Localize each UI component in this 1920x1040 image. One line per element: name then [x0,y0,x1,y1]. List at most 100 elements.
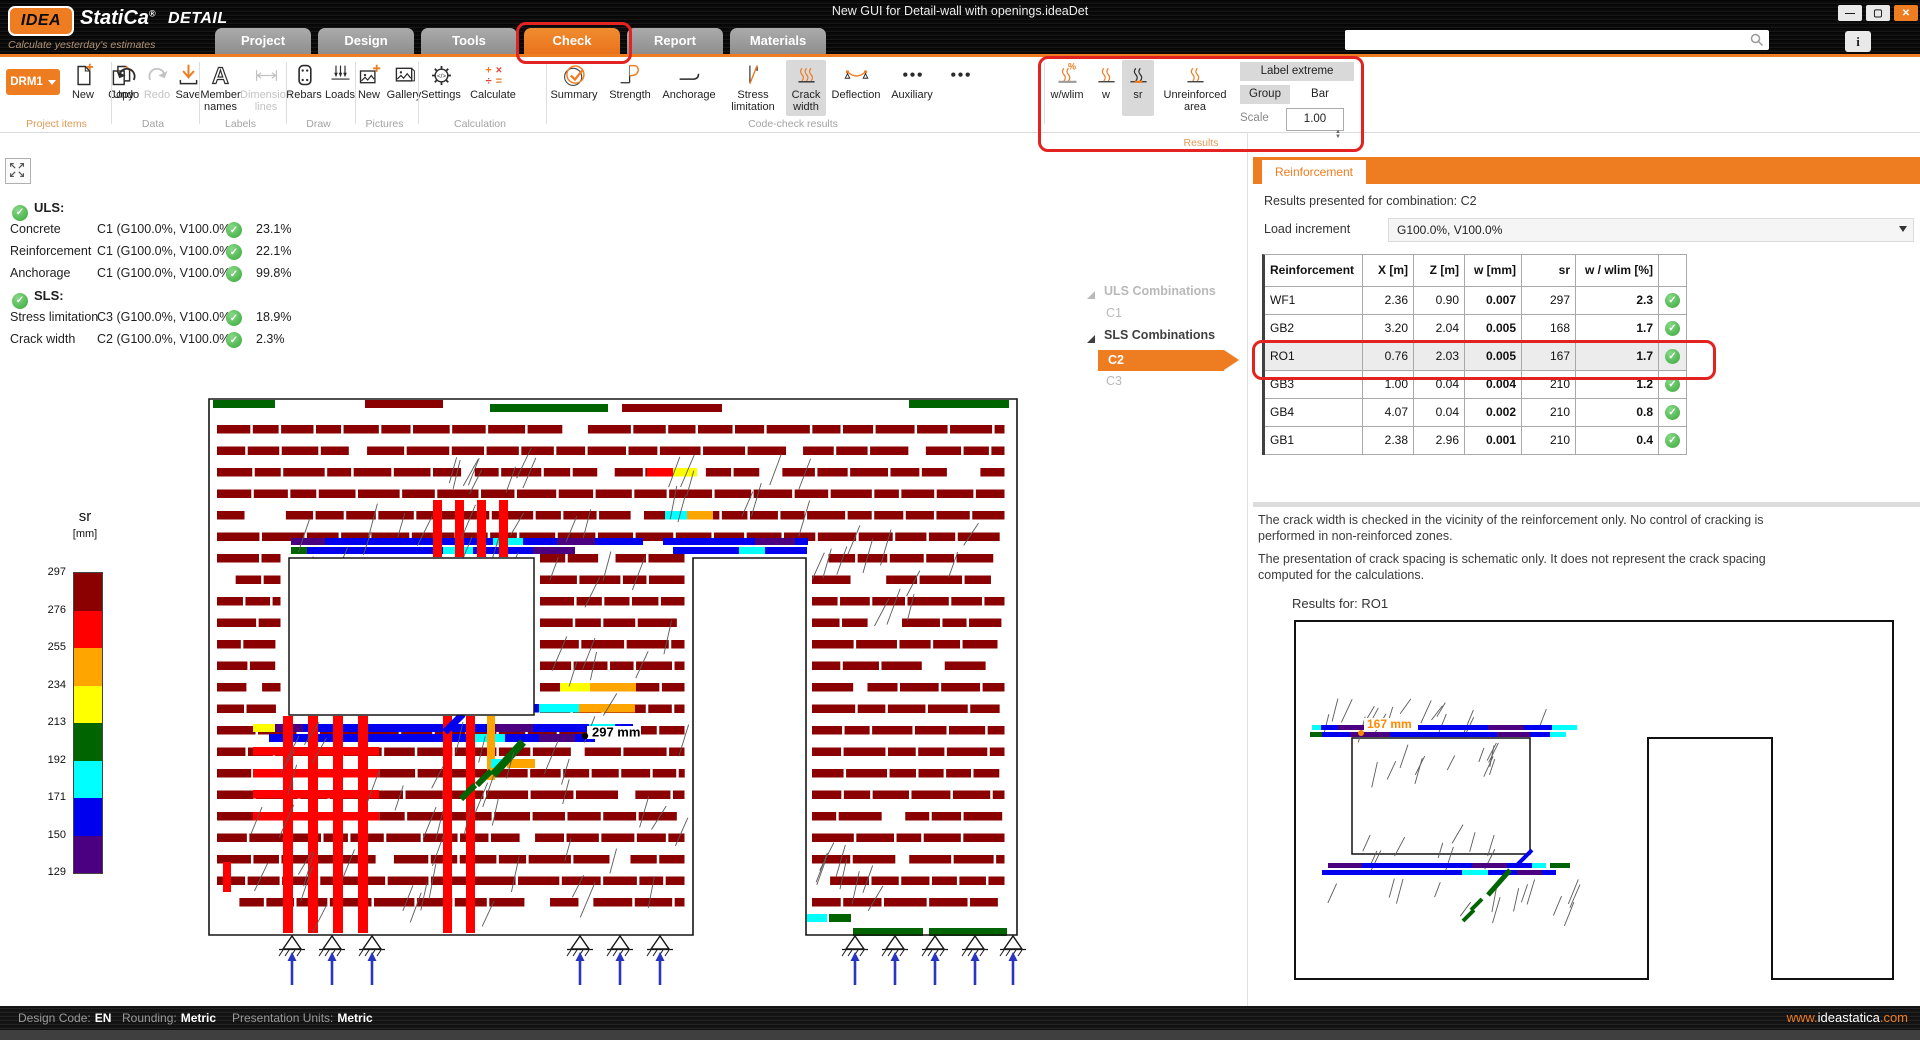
load-increment-select[interactable]: G100.0%, V100.0% [1388,218,1914,242]
search-input[interactable] [1345,30,1769,50]
ribbon-button-overflow[interactable] [940,60,980,116]
table-cell-z[interactable]: 0.04 [1414,399,1465,427]
close-button[interactable]: ✕ [1894,5,1918,21]
table-cell-w[interactable]: 0.001 [1465,427,1522,455]
ribbon-button-auxiliary[interactable]: Auxiliary [886,60,938,116]
tab-materials[interactable]: Materials [730,28,826,54]
table-cell-x[interactable]: 3.20 [1363,315,1414,343]
chevron-down-icon [1899,226,1907,232]
table-cell-sr[interactable]: 210 [1522,427,1576,455]
drm-selector-button[interactable]: DRM1 [6,69,60,95]
summary-section-title: ✓ULS: [12,200,64,221]
ribbon-button-loads[interactable]: Loads [324,60,356,116]
wall-crack-diagram[interactable]: 297 mm [195,385,1055,1005]
table-cell-x[interactable]: 2.36 [1363,287,1414,315]
results-for-heading: Results for: RO1 [1292,596,1388,611]
table-header-cell: w / wlim [%] [1576,255,1659,287]
table-cell-sr[interactable]: 297 [1522,287,1576,315]
tab-check[interactable]: Check [524,28,620,54]
table-cell-name[interactable]: GB3 [1265,371,1363,399]
table-cell-wlim[interactable]: 2.3 [1576,287,1659,315]
tree-expander-icon[interactable] [1086,290,1096,300]
ribbon-button-rebars[interactable]: Rebars [286,60,322,116]
table-cell-name[interactable]: GB4 [1265,399,1363,427]
combo-item-c3[interactable]: C3 [1106,374,1122,388]
website-link[interactable]: www.ideastatica.com [1787,1006,1908,1030]
ribbon-button-deflection[interactable]: Deflection [828,60,884,116]
ribbon-button-strength[interactable]: Strength [604,60,656,116]
ribbon-button-dimension-lines[interactable]: Dimension lines [244,60,288,116]
table-cell-x[interactable]: 2.38 [1363,427,1414,455]
combo-item-c1[interactable]: C1 [1106,306,1122,320]
reinforcement-detail-diagram[interactable]: 167 mm [1292,618,1900,988]
ribbon-group-pictures: NewGalleryPictures [353,57,416,132]
check-ok-icon: ✓ [226,222,242,238]
legend-value: 129 [22,866,66,878]
scale-spinner[interactable]: 1.00▲▼ [1286,108,1344,131]
ribbon-button-summary[interactable]: Summary [546,60,602,116]
table-cell-wlim[interactable]: 1.2 [1576,371,1659,399]
table-cell-w[interactable]: 0.004 [1465,371,1522,399]
info-button[interactable]: i [1845,31,1871,52]
ribbon-group-calculation: </>Settings+×÷=CalculateCalculation [416,57,544,132]
table-cell-x[interactable]: 0.76 [1363,343,1414,371]
table-cell-name[interactable]: GB1 [1265,427,1363,455]
tree-expander-icon[interactable] [1086,334,1096,344]
table-cell-x[interactable]: 1.00 [1363,371,1414,399]
stress-limitation-icon [740,62,767,89]
table-cell-w[interactable]: 0.007 [1465,287,1522,315]
ribbon-button-member-names[interactable]: AMember names [199,60,242,116]
table-cell-w[interactable]: 0.005 [1465,343,1522,371]
maximize-button[interactable]: ▢ [1866,5,1890,21]
table-cell-w[interactable]: 0.005 [1465,315,1522,343]
ribbon-button-w-wlim[interactable]: %w/wlim [1044,60,1090,116]
minimize-button[interactable]: — [1838,5,1862,21]
table-cell-z[interactable]: 2.03 [1414,343,1465,371]
table-cell-wlim[interactable]: 1.7 [1576,343,1659,371]
table-cell-name[interactable]: RO1 [1265,343,1363,371]
table-cell-z[interactable]: 2.96 [1414,427,1465,455]
ribbon-group-draw: RebarsLoadsDraw [284,57,353,132]
table-cell-sr[interactable]: 167 [1522,343,1576,371]
table-cell-wlim[interactable]: 0.8 [1576,399,1659,427]
table-cell-sr[interactable]: 210 [1522,399,1576,427]
ribbon-button-new[interactable]: New [66,60,100,116]
toggle-label-extreme[interactable]: Label extreme [1240,62,1354,81]
table-cell-z[interactable]: 0.04 [1414,371,1465,399]
ribbon-button-unreinforced-area[interactable]: Unreinforced area [1156,60,1234,116]
table-cell-z[interactable]: 2.04 [1414,315,1465,343]
tab-report[interactable]: Report [627,28,723,54]
table-cell-z[interactable]: 0.90 [1414,287,1465,315]
table-cell-w[interactable]: 0.002 [1465,399,1522,427]
settings-icon: </> [428,62,455,89]
table-cell-name[interactable]: WF1 [1265,287,1363,315]
svg-text:%: % [1067,62,1075,72]
ribbon-button-anchorage[interactable]: Anchorage [658,60,720,116]
ribbon-button-undo[interactable]: Undo [111,60,141,116]
ribbon-button-sr[interactable]: sr [1122,60,1154,116]
ribbon-button-new[interactable]: New [355,60,383,116]
ribbon-button-calculate[interactable]: +×÷=Calculate [466,60,520,116]
table-cell-x[interactable]: 4.07 [1363,399,1414,427]
tab-project[interactable]: Project [215,28,311,54]
ribbon-button-crack-width[interactable]: Crack width [786,60,826,116]
fit-view-button[interactable] [5,158,31,184]
check-name: Concrete [10,222,61,236]
ribbon-button-redo[interactable]: Redo [143,60,171,116]
toggle-bar[interactable]: Bar [1298,85,1342,104]
table-cell-sr[interactable]: 168 [1522,315,1576,343]
table-cell-wlim[interactable]: 0.4 [1576,427,1659,455]
combo-item-c2-selected[interactable]: C2 [1098,350,1224,371]
table-cell-wlim[interactable]: 1.7 [1576,315,1659,343]
panel-splitter[interactable] [1247,132,1248,1006]
tab-reinforcement[interactable]: Reinforcement [1262,160,1366,184]
ribbon-button-w[interactable]: w [1092,60,1120,116]
ribbon-button-stress-limitation[interactable]: Stress limitation [722,60,784,116]
tab-tools[interactable]: Tools [421,28,517,54]
toggle-group[interactable]: Group [1240,85,1290,104]
table-cell-name[interactable]: GB2 [1265,315,1363,343]
ribbon-button-settings[interactable]: </>Settings [418,60,464,116]
status-ok-icon: ✓ [1665,405,1680,420]
table-cell-sr[interactable]: 210 [1522,371,1576,399]
tab-design[interactable]: Design [318,28,414,54]
